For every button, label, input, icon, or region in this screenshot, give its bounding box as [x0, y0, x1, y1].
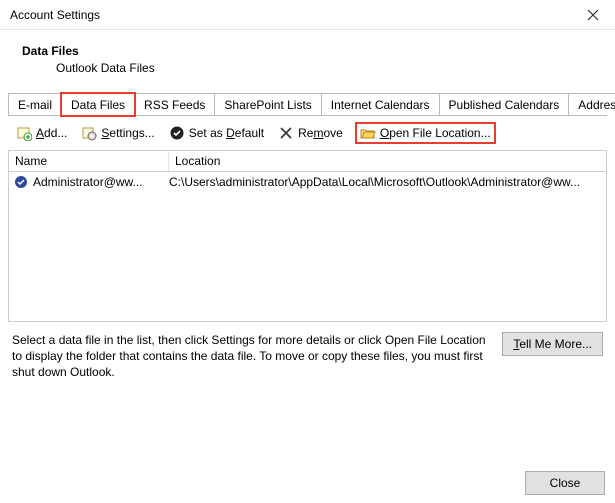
tab-rss[interactable]: RSS Feeds [134, 93, 215, 115]
remove-label: Remove [298, 126, 343, 140]
add-icon [16, 125, 32, 141]
list-header: Name Location [8, 150, 607, 172]
add-label: Add... [36, 126, 67, 140]
settings-label: Settings... [101, 126, 154, 140]
tab-data-files[interactable]: Data Files [61, 93, 135, 116]
tell-me-more-button[interactable]: Tell Me More... [502, 332, 603, 356]
tab-published-calendars[interactable]: Published Calendars [439, 93, 570, 115]
tab-email[interactable]: E-mail [8, 93, 62, 115]
remove-icon [278, 125, 294, 141]
titlebar: Account Settings [0, 0, 615, 30]
info-area: Select a data file in the list, then cli… [8, 322, 607, 381]
table-row[interactable]: Administrator@ww... C:\Users\administrat… [9, 172, 606, 192]
close-button[interactable]: Close [525, 471, 605, 495]
header: Data Files Outlook Data Files [0, 30, 615, 93]
tab-strip: E-mail Data Files RSS Feeds SharePoint L… [8, 93, 607, 116]
toolbar: Add... Settings... Set as Default Remove… [8, 116, 607, 150]
check-icon [169, 125, 185, 141]
tab-internet-calendars[interactable]: Internet Calendars [321, 93, 440, 115]
open-file-location-button[interactable]: Open File Location... [355, 122, 496, 144]
add-button[interactable]: Add... [12, 123, 71, 143]
default-mark-icon [13, 174, 29, 190]
remove-button[interactable]: Remove [274, 123, 347, 143]
row-name: Administrator@ww... [33, 175, 143, 189]
close-icon[interactable] [570, 0, 615, 30]
settings-icon [81, 125, 97, 141]
window-title: Account Settings [10, 8, 570, 22]
column-location[interactable]: Location [169, 151, 606, 171]
settings-button[interactable]: Settings... [77, 123, 158, 143]
open-file-location-label: Open File Location... [380, 126, 491, 140]
header-subtitle: Outlook Data Files [22, 61, 593, 75]
header-title: Data Files [22, 44, 593, 58]
column-name[interactable]: Name [9, 151, 169, 171]
tab-address-books[interactable]: Address Books [568, 93, 615, 115]
list-body[interactable]: Administrator@ww... C:\Users\administrat… [8, 172, 607, 322]
tab-sharepoint[interactable]: SharePoint Lists [214, 93, 321, 115]
info-text: Select a data file in the list, then cli… [12, 332, 492, 381]
folder-open-icon [360, 125, 376, 141]
set-default-label: Set as Default [189, 126, 264, 140]
row-location: C:\Users\administrator\AppData\Local\Mic… [169, 175, 602, 189]
footer: Close [525, 471, 605, 495]
set-default-button[interactable]: Set as Default [165, 123, 268, 143]
